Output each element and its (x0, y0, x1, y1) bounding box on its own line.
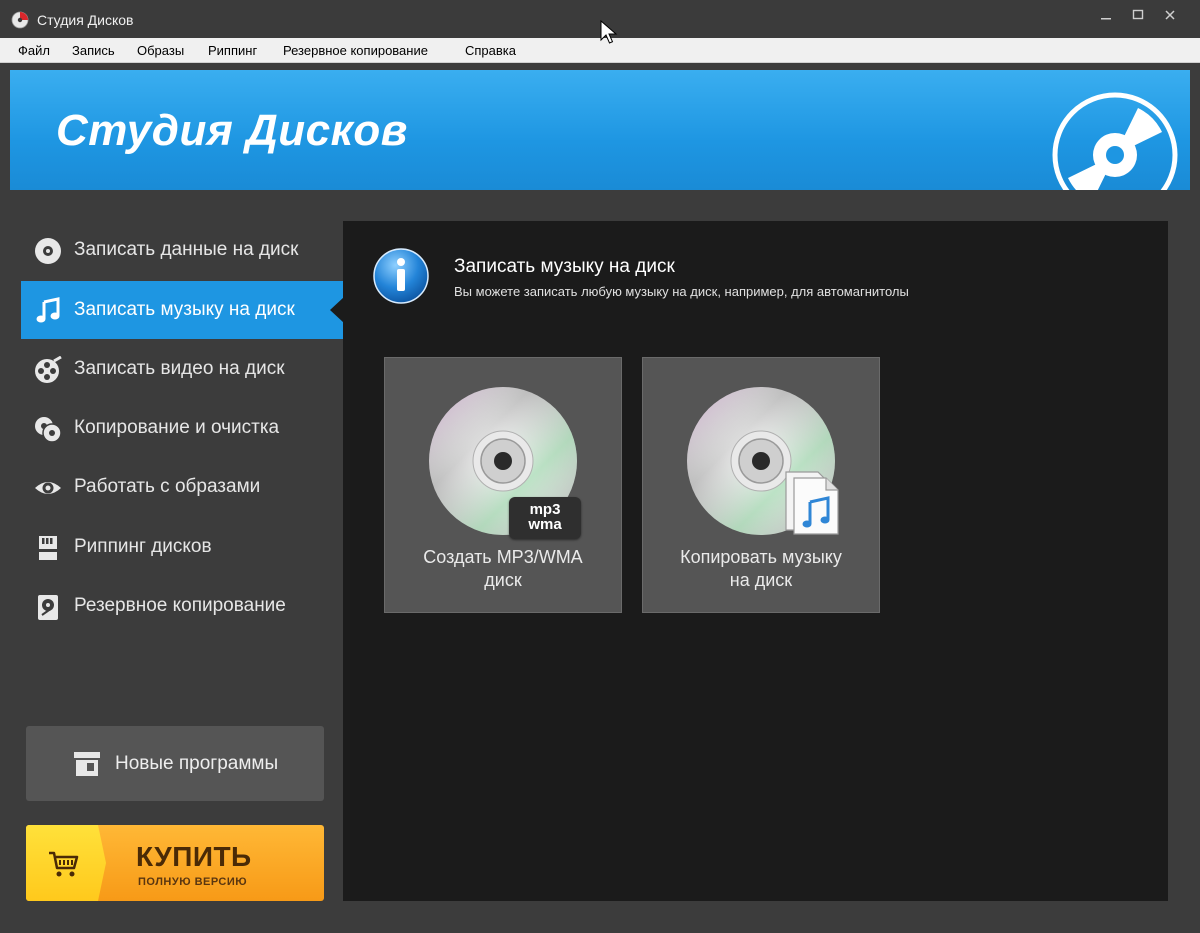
sidebar-item-label: Риппинг дисков (74, 536, 212, 557)
hard-drive-icon (38, 595, 58, 620)
sidebar-item-write-music[interactable]: Записать музыку на диск (21, 281, 344, 339)
section-title: Записать музыку на диск (454, 256, 675, 277)
shopping-cart-icon (49, 851, 79, 877)
tile-label-line1: Копировать музыку (680, 547, 842, 567)
new-programs-button[interactable]: Новые программы (26, 726, 324, 801)
maximize-button[interactable] (1122, 5, 1154, 27)
content-panel: Записать музыку на диск Вы можете записа… (343, 221, 1168, 901)
menu-ripping[interactable]: Риппинг (208, 43, 257, 58)
copy-music-to-disc-tile[interactable]: Копировать музыку на диск (642, 357, 880, 613)
eye-icon (35, 482, 61, 494)
buy-label: КУПИТЬ (136, 841, 252, 872)
sidebar-item-label: Копирование и очистка (74, 417, 280, 438)
tile-label-line2: на диск (729, 570, 793, 590)
header-banner: Студия Дисков (10, 70, 1190, 190)
menu-backup[interactable]: Резервное копирование (283, 43, 428, 58)
sidebar-item-label: Записать видео на диск (74, 358, 285, 379)
badge-wma-text: wma (528, 516, 562, 533)
disc-icon (35, 238, 61, 264)
sidebar-item-ripping[interactable]: Риппинг дисков (21, 518, 343, 576)
sidebar-item-copy-clean[interactable]: Копирование и очистка (21, 399, 343, 457)
sidebar-item-label: Резервное копирование (74, 595, 286, 616)
sidebar-item-write-data[interactable]: Записать данные на диск (21, 221, 343, 279)
disc-logo-icon (1052, 92, 1178, 190)
section-subtitle: Вы можете записать любую музыку на диск,… (454, 284, 909, 299)
box-icon (74, 752, 100, 776)
sidebar-item-images[interactable]: Работать с образами (21, 458, 343, 516)
sd-card-icon (39, 536, 57, 560)
menu-record[interactable]: Запись (72, 43, 115, 58)
disc-app-icon (11, 11, 29, 29)
minimize-button[interactable] (1090, 5, 1122, 27)
new-programs-label: Новые программы (115, 753, 279, 774)
create-mp3-wma-disc-tile[interactable]: mp3 wma Создать MP3/WMA диск (384, 357, 622, 613)
close-button[interactable] (1154, 5, 1186, 27)
mouse-cursor-icon (600, 20, 618, 44)
sidebar-item-label: Записать данные на диск (74, 239, 299, 260)
close-icon (1165, 10, 1175, 20)
copy-discs-icon (35, 417, 62, 443)
sidebar-item-label: Работать с образами (74, 476, 261, 497)
menu-help[interactable]: Справка (465, 43, 516, 58)
info-icon (373, 248, 429, 304)
mp3-wma-badge: mp3 wma (509, 497, 581, 539)
menu-file[interactable]: Файл (18, 43, 50, 58)
maximize-icon (1132, 9, 1144, 20)
sidebar-item-label: Записать музыку на диск (74, 299, 295, 320)
badge-mp3-text: mp3 (529, 501, 561, 518)
film-reel-icon (35, 356, 62, 383)
buy-full-version-button[interactable]: КУПИТЬ ПОЛНУЮ ВЕРСИЮ (26, 825, 324, 901)
tile-label: Создать MP3/WMA диск (385, 546, 621, 592)
window-title: Студия Дисков (37, 12, 134, 28)
banner-title: Студия Дисков (56, 106, 408, 155)
music-note-icon (36, 297, 60, 323)
buy-sublabel: ПОЛНУЮ ВЕРСИЮ (138, 876, 248, 888)
tile-label-line2: диск (484, 570, 522, 590)
tile-label-line1: Создать MP3/WMA (423, 547, 583, 567)
menu-images[interactable]: Образы (137, 43, 184, 58)
minimize-icon (1101, 18, 1111, 20)
music-file-icon (785, 471, 839, 535)
sidebar-item-backup[interactable]: Резервное копирование (21, 577, 343, 635)
sidebar-item-write-video[interactable]: Записать видео на диск (21, 340, 343, 398)
tile-label: Копировать музыку на диск (643, 546, 879, 592)
